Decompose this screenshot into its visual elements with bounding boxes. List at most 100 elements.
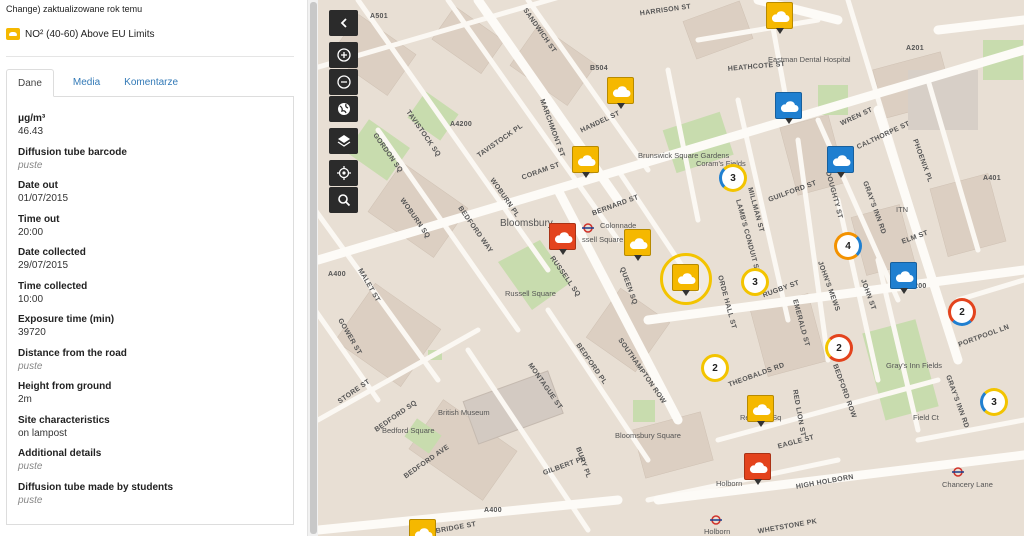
field-time-collected: Time collected 10:00 (18, 280, 293, 314)
field-value: 46.43 (18, 126, 44, 137)
record-title-text: NO² (40-60) Above EU Limits (25, 28, 155, 40)
road-label-a501: A501 (370, 13, 388, 20)
marker-yellow-1[interactable] (766, 2, 793, 34)
place-label-eastman: Eastman Dental Hospital (768, 55, 851, 64)
cloud-icon (832, 155, 851, 166)
layers-button[interactable] (329, 128, 358, 154)
marker-yellow-4[interactable] (624, 229, 651, 261)
marker-blue-1[interactable] (775, 92, 802, 124)
marker-yellow-5[interactable] (747, 395, 774, 427)
field-label: Time collected (18, 280, 88, 292)
cloud-icon (612, 86, 631, 97)
chevron-left-icon (340, 18, 347, 28)
field-date-out: Date out 01/07/2015 (18, 179, 293, 213)
field-label: Date collected (18, 247, 86, 258)
field-distance-road: Distance from the road puste (18, 347, 293, 381)
world-view-button[interactable] (329, 96, 358, 122)
road-label-a400b: A400 (484, 507, 502, 514)
field-label: Additional details (18, 448, 102, 459)
marker-red-2[interactable] (744, 453, 771, 485)
detail-panel: Change) zaktualizowane rok temu NO² (40-… (0, 0, 307, 536)
field-value: 01/07/2015 (18, 193, 69, 204)
cluster-2[interactable]: 4 (834, 232, 862, 260)
marker-blue-3[interactable] (890, 262, 917, 294)
scrollbar-thumb[interactable] (310, 2, 317, 534)
field-value: 39720 (18, 327, 46, 338)
field-label: Date out (18, 180, 58, 191)
tab-komentarze[interactable]: Komentarze (113, 69, 189, 97)
cluster-1[interactable]: 3 (719, 164, 747, 192)
marker-yellow-2[interactable] (607, 77, 634, 109)
cloud-icon (677, 273, 696, 284)
place-label-grays-inn-fields: Gray's Inn Fields (886, 361, 942, 370)
road-label-b504: B504 (590, 65, 608, 72)
cluster-count: 2 (959, 306, 965, 318)
marker-yellow-3[interactable] (572, 146, 599, 178)
tab-media[interactable]: Media (62, 69, 111, 97)
road-label-a400: A400 (328, 271, 346, 278)
zoom-out-button[interactable] (329, 69, 358, 95)
record-title: NO² (40-60) Above EU Limits (6, 28, 155, 40)
place-label-russell-square: Russell Square (505, 289, 556, 298)
field-label: Distance from the road (18, 347, 127, 359)
marker-yellow-6[interactable] (409, 519, 436, 536)
field-made-by-students: Diffusion tube made by students puste (18, 481, 293, 515)
cluster-count: 3 (752, 276, 758, 288)
place-label-british-museum: British Museum (438, 408, 490, 417)
tab-bar: Dane Media Komentarze (6, 69, 294, 97)
panel-scrollbar[interactable] (307, 0, 318, 536)
divider (6, 56, 294, 57)
field-value: puste (18, 461, 43, 472)
locate-button[interactable] (329, 160, 358, 186)
marker-yellow-selected[interactable] (672, 264, 699, 296)
place-label-field-ct: Field Ct (913, 413, 940, 422)
cluster-5[interactable]: 2 (825, 334, 853, 362)
road-label-a401: A401 (983, 175, 1001, 182)
cluster-4[interactable]: 2 (948, 298, 976, 326)
zoom-out-icon (336, 75, 351, 89)
collapse-panel-button[interactable] (329, 10, 358, 36)
marker-blue-2[interactable] (827, 146, 854, 178)
road-label-a201: A201 (906, 45, 924, 52)
road-label-a4200: A4200 (450, 121, 472, 128)
cloud-icon (577, 155, 596, 166)
cluster-6[interactable]: 2 (701, 354, 729, 382)
place-label-holborn: Holborn (716, 479, 742, 488)
cluster-3[interactable]: 3 (741, 268, 769, 296)
field-site-characteristics: Site characteristics on lampost (18, 414, 293, 448)
cluster-count: 3 (991, 396, 997, 408)
locate-icon (336, 166, 351, 180)
cluster-7[interactable]: 3 (980, 388, 1008, 416)
marker-red-1[interactable] (549, 223, 576, 255)
field-concentration: μg/m³ 46.43 (18, 112, 293, 146)
field-value: puste (18, 494, 43, 506)
map-view[interactable]: A501 B504 A4200 A201 A401 A400 A400 200 … (318, 0, 1024, 536)
cluster-count: 3 (730, 172, 736, 184)
cloud-icon (749, 462, 768, 473)
field-label: Time out (18, 213, 60, 225)
layers-icon (337, 135, 350, 147)
field-value: puste (18, 159, 43, 171)
field-value: 10:00 (18, 293, 44, 305)
cloud-icon (752, 404, 771, 415)
field-time-out: Time out 20:00 (18, 213, 293, 247)
field-value: on lampost (18, 427, 67, 439)
field-exposure-time: Exposure time (min) 39720 (18, 313, 293, 347)
tab-dane[interactable]: Dane (6, 69, 54, 97)
last-updated-text: Change) zaktualizowane rok temu (6, 4, 143, 14)
search-button[interactable] (329, 187, 358, 213)
place-label-holborn-station: Holborn (704, 527, 730, 536)
field-label: Exposure time (min) (18, 314, 115, 325)
field-value: 29/07/2015 (18, 260, 69, 271)
place-label-bloomsbury-square: Bloomsbury Square (615, 431, 681, 440)
field-value: puste (18, 360, 43, 372)
place-label-bedford-square: Bedford Square (382, 426, 435, 435)
place-label-russell-station: ssell Square (582, 235, 623, 244)
zoom-in-button[interactable] (329, 42, 358, 68)
cloud-icon (414, 528, 433, 536)
field-label: μg/m³ (18, 113, 46, 124)
field-value: 20:00 (18, 226, 44, 238)
cloud-icon (629, 238, 648, 249)
data-fields: μg/m³ 46.43 Diffusion tube barcode puste… (6, 96, 294, 525)
cluster-count: 2 (712, 362, 718, 374)
